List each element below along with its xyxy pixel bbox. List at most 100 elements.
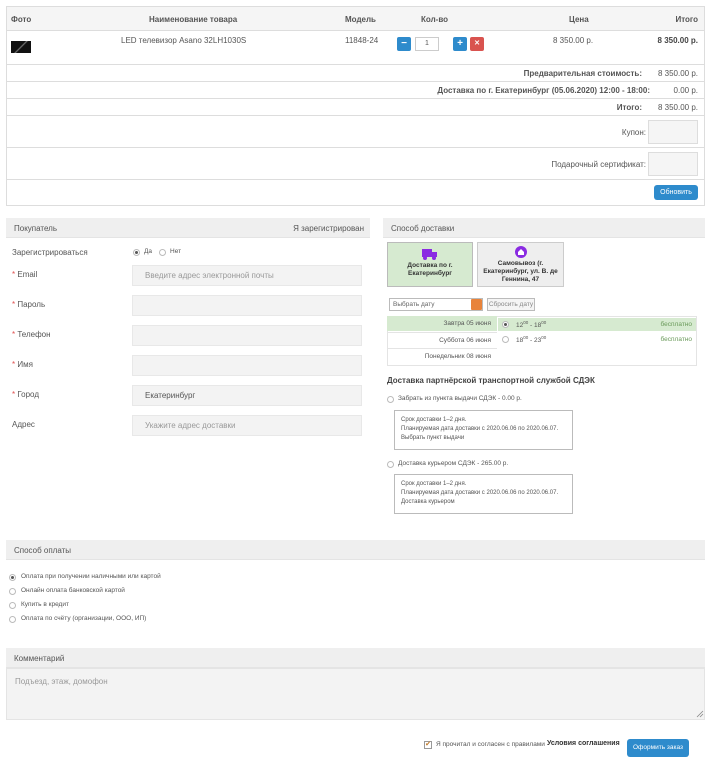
address-field[interactable]: Укажите адрес доставки bbox=[132, 415, 362, 436]
comment-textarea[interactable]: Подъезд, этаж, домофон bbox=[6, 668, 705, 720]
cdek-title: Доставка партнёрской транспортной службо… bbox=[387, 376, 595, 385]
phone-required-mark: * bbox=[12, 330, 16, 339]
cdek-pickup-line-2: Планируемая дата доставки с 2020.06.06 п… bbox=[401, 426, 559, 432]
city-field[interactable]: Екатеринбург bbox=[132, 385, 362, 406]
payment-option-3-label[interactable]: Купить в кредит bbox=[21, 601, 69, 608]
truck-icon bbox=[422, 249, 437, 260]
slot-2-to-sup: 00 bbox=[541, 335, 547, 340]
tab-pickup-label: Самовывоз (г. Екатеринбург, ул. В. де Ге… bbox=[483, 260, 558, 283]
email-field[interactable]: Введите адрес электронной почты bbox=[132, 265, 362, 286]
product-thumbnail[interactable] bbox=[11, 41, 31, 53]
gift-input[interactable] bbox=[648, 152, 698, 176]
day-3-label: Понедельник 08 июня bbox=[424, 353, 491, 360]
slot-2-price: бесплатно bbox=[660, 336, 692, 343]
register-yes-radio[interactable] bbox=[133, 249, 140, 256]
calendar-icon[interactable] bbox=[471, 299, 482, 310]
delivery-header: Способ доставки bbox=[383, 218, 705, 238]
cdek-courier-line-1: Срок доставки 1–2 дня. bbox=[401, 481, 467, 487]
payment-option-4-label[interactable]: Оплата по счёту (организации, ООО, ИП) bbox=[21, 615, 146, 622]
slot-1-price: бесплатно bbox=[660, 321, 692, 328]
payment-option-1-label[interactable]: Оплата при получении наличными или карто… bbox=[21, 573, 161, 580]
coupon-label: Купон: bbox=[621, 128, 646, 137]
cdek-pickup-radio[interactable] bbox=[387, 396, 394, 403]
qty-input[interactable]: 1 bbox=[415, 37, 439, 51]
payment-option-2-label[interactable]: Онлайн оплата банковской картой bbox=[21, 587, 125, 594]
city-label-text: Город bbox=[17, 390, 39, 399]
update-row: Обновить bbox=[7, 180, 704, 205]
slot-row-2[interactable]: 1800 - 2300 бесплатно bbox=[498, 333, 696, 346]
prelim-value: 8 350.00 р. bbox=[657, 69, 698, 78]
city-label: * Город bbox=[12, 390, 39, 399]
agree-link[interactable]: Условия соглашения bbox=[547, 740, 620, 747]
day-row-1[interactable]: Завтра 05 июня bbox=[387, 316, 497, 331]
password-label-text: Пароль bbox=[17, 300, 46, 309]
date-input[interactable]: Выбрать дату bbox=[389, 298, 483, 311]
cdek-courier-line-2: Планируемая дата доставки с 2020.06.06 п… bbox=[401, 490, 559, 496]
delivery-cost-row: Доставка по г. Екатеринбург (05.06.2020)… bbox=[7, 82, 704, 99]
buyer-header: Покупатель Я зарегистрирован bbox=[6, 218, 370, 238]
slot-2-from-sup: 00 bbox=[523, 335, 529, 340]
cart-header-row: Фото Наименование товара Модель Кол-во Ц… bbox=[7, 7, 704, 31]
name-label: * Имя bbox=[12, 360, 33, 369]
coupon-row: Купон: bbox=[7, 116, 704, 148]
name-field[interactable] bbox=[132, 355, 362, 376]
cdek-pickup-select-point[interactable]: Выбрать пункт выдачи bbox=[401, 434, 566, 443]
agree-checkbox[interactable]: ✔ bbox=[424, 741, 432, 749]
password-field[interactable] bbox=[132, 295, 362, 316]
password-label: * Пароль bbox=[12, 300, 45, 309]
slot-row-1[interactable]: 1200 - 1800 бесплатно bbox=[498, 318, 696, 331]
slot-1-radio[interactable] bbox=[502, 321, 509, 328]
coupon-input[interactable] bbox=[648, 120, 698, 144]
col-qty: Кол-во bbox=[421, 15, 449, 24]
delivery-title: Способ доставки bbox=[391, 224, 455, 233]
qty-minus-button[interactable]: − bbox=[397, 37, 411, 51]
total-row: Итого: 8 350.00 р. bbox=[7, 99, 704, 116]
phone-field[interactable] bbox=[132, 325, 362, 346]
delivery-cost-value: 0.00 р. bbox=[673, 86, 698, 95]
submit-order-button[interactable]: Оформить заказ bbox=[627, 739, 689, 757]
prelim-row: Предварительная стоимость: 8 350.00 р. bbox=[7, 65, 704, 82]
register-no-label: Нет bbox=[170, 248, 182, 255]
day-row-3[interactable]: Понедельник 08 июня bbox=[387, 348, 497, 363]
tab-pickup[interactable]: Самовывоз (г. Екатеринбург, ул. В. де Ге… bbox=[477, 242, 564, 287]
cdek-courier-line-3: Доставка курьером bbox=[401, 499, 455, 505]
cart-table: Фото Наименование товара Модель Кол-во Ц… bbox=[6, 6, 705, 206]
register-label: Зарегистрироваться bbox=[12, 248, 88, 257]
day-2-label: Суббота 06 июня bbox=[439, 337, 491, 344]
product-model: 11848-24 bbox=[345, 36, 379, 45]
product-name[interactable]: LED телевизор Asano 32LH1030S bbox=[121, 36, 246, 45]
cdek-courier-radio[interactable] bbox=[387, 461, 394, 468]
prelim-label: Предварительная стоимость: bbox=[523, 69, 642, 78]
phone-label-text: Телефон bbox=[17, 330, 51, 339]
gift-label: Подарочный сертификат: bbox=[551, 160, 646, 169]
cdek-pickup-line-1: Срок доставки 1–2 дня. bbox=[401, 417, 467, 423]
password-required-mark: * bbox=[12, 300, 16, 309]
update-button[interactable]: Обновить bbox=[654, 185, 698, 200]
payment-option-2-radio[interactable] bbox=[9, 588, 16, 595]
cdek-pickup-label: Забрать из пункта выдачи СДЭК - 0.00 р. bbox=[398, 395, 522, 402]
col-name: Наименование товара bbox=[149, 15, 238, 24]
tab-city-delivery[interactable]: Доставка по г. Екатеринбург bbox=[387, 242, 473, 287]
registered-link[interactable]: Я зарегистрирован bbox=[293, 224, 364, 233]
payment-option-4-radio[interactable] bbox=[9, 616, 16, 623]
product-price: 8 350.00 р. bbox=[553, 36, 594, 45]
slot-2-time: 1800 - 2300 bbox=[516, 335, 547, 345]
remove-item-button[interactable]: ✕ bbox=[470, 37, 484, 51]
payment-title: Способ оплаты bbox=[14, 546, 72, 555]
delivery-cost-label: Доставка по г. Екатеринбург (05.06.2020)… bbox=[437, 86, 650, 95]
slot-1-to-sup: 00 bbox=[541, 320, 547, 325]
qty-plus-button[interactable]: + bbox=[453, 37, 467, 51]
payment-option-1-radio[interactable] bbox=[9, 574, 16, 581]
cdek-pickup-box: Срок доставки 1–2 дня. Планируемая дата … bbox=[394, 410, 573, 450]
day-row-2[interactable]: Суббота 06 июня bbox=[387, 332, 497, 347]
resize-handle-icon[interactable] bbox=[696, 710, 704, 718]
reset-date-button[interactable]: Сбросить дату bbox=[487, 298, 535, 311]
cart-item-row: LED телевизор Asano 32LH1030S 11848-24 −… bbox=[7, 31, 704, 65]
payment-header: Способ оплаты bbox=[6, 540, 705, 560]
email-label-text: Email bbox=[17, 270, 38, 279]
register-no-radio[interactable] bbox=[159, 249, 166, 256]
slot-1-time: 1200 - 1800 bbox=[516, 320, 547, 330]
slot-2-radio[interactable] bbox=[502, 336, 509, 343]
home-icon bbox=[514, 246, 527, 258]
payment-option-3-radio[interactable] bbox=[9, 602, 16, 609]
